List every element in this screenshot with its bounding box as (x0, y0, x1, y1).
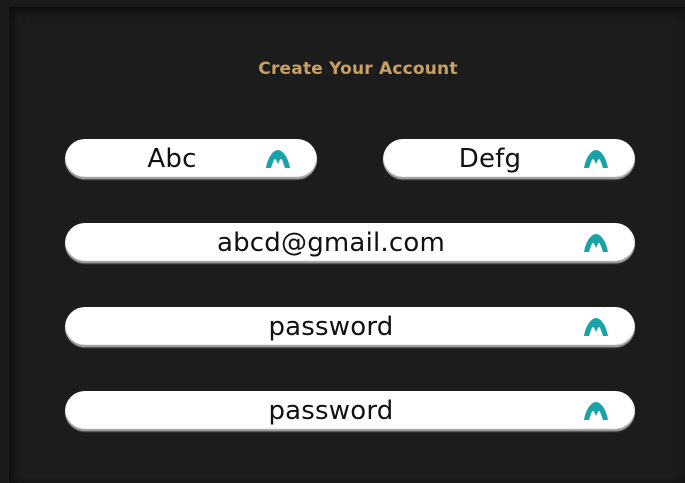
mountain-icon (584, 402, 608, 420)
email-field[interactable] (65, 223, 635, 263)
password-field[interactable] (65, 307, 635, 347)
signup-card: Create Your Account (9, 7, 685, 483)
mountain-icon (584, 318, 608, 336)
form-title: Create Your Account (258, 59, 458, 79)
last-name-field[interactable] (383, 139, 635, 179)
password-input[interactable] (65, 307, 635, 347)
mountain-icon (584, 234, 608, 252)
mountain-icon (266, 150, 290, 168)
email-input[interactable] (65, 223, 635, 263)
confirm-password-field[interactable] (65, 391, 635, 431)
mountain-icon (584, 150, 608, 168)
confirm-password-input[interactable] (65, 391, 635, 431)
first-name-field[interactable] (65, 139, 317, 179)
